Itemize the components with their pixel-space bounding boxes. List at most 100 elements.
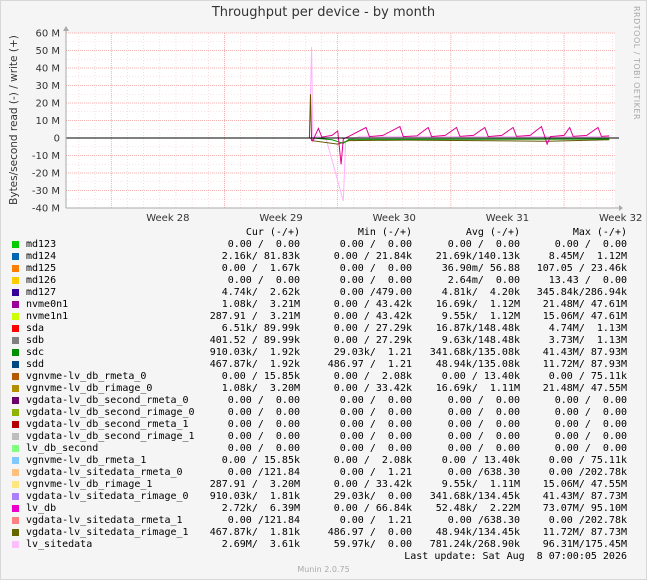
legend-swatch xyxy=(12,325,19,332)
legend-max: 11.72M/ 87.93M xyxy=(542,359,627,370)
legend-swatch xyxy=(12,385,19,392)
legend-swatch xyxy=(12,493,19,500)
legend-name: sda xyxy=(26,323,45,334)
legend-avg: 0.00 /638.30 xyxy=(447,467,520,478)
legend-min: 0.00 / 1.21 xyxy=(339,467,412,478)
legend-avg: 0.00 / 13.40k xyxy=(441,455,520,466)
y-tick-label: 0 xyxy=(54,134,60,145)
legend-max: 8.45M/ 1.12M xyxy=(548,251,627,262)
y-tick-label: -30 M xyxy=(32,186,60,197)
legend-name: vgdata-lv_db_second_rimage_1 xyxy=(26,431,195,442)
header-min: Min (-/+) xyxy=(357,227,412,238)
legend-min: 0.00 / 33.42k xyxy=(333,383,412,394)
legend-max: 3.73M/ 1.13M xyxy=(548,335,627,346)
legend-cur: 2.69M/ 3.61k xyxy=(221,539,300,550)
legend-cur: 0.00 / 1.67k xyxy=(221,263,300,274)
legend-max: 0.00 / 0.00 xyxy=(554,443,627,454)
legend-name: vgdata-lv_sitedata_rimage_0 xyxy=(26,491,189,502)
legend-avg: 0.00 / 0.00 xyxy=(447,395,520,406)
legend-name: vgnvme-lv_db_rmeta_0 xyxy=(26,371,147,382)
legend-cur: 6.51k/ 89.99k xyxy=(221,323,300,334)
legend-max: 4.74M/ 1.13M xyxy=(548,323,627,334)
legend-avg: 4.81k/ 4.20k xyxy=(441,287,520,298)
legend-swatch xyxy=(12,277,19,284)
legend-swatch xyxy=(12,529,19,536)
x-tick-label: Week 31 xyxy=(486,213,529,224)
legend-name: vgnvme-lv_db_rimage_1 xyxy=(26,479,153,490)
legend-min: 0.00 / 27.29k xyxy=(333,335,412,346)
legend-min: 0.00 / 0.00 xyxy=(339,407,412,418)
last-update: Last update: Sat Aug 8 07:00:05 2026 xyxy=(404,551,627,562)
legend-avg: 0.00 /638.30 xyxy=(447,515,520,526)
legend-avg: 16.69k/ 1.12M xyxy=(435,299,520,310)
legend-max: 0.00 / 0.00 xyxy=(554,407,627,418)
legend-swatch xyxy=(12,409,19,416)
header-max: Max (-/+) xyxy=(572,227,627,238)
y-tick-label: 50 M xyxy=(35,46,60,57)
legend-swatch xyxy=(12,241,19,248)
legend-max: 0.00 / 75.11k xyxy=(548,455,627,466)
legend-cur: 0.00 / 0.00 xyxy=(227,443,300,454)
legend-swatch xyxy=(12,265,19,272)
y-tick-label: 20 M xyxy=(35,99,60,110)
legend-avg: 341.68k/134.45k xyxy=(429,491,520,502)
legend-cur: 2.16k/ 81.83k xyxy=(221,251,300,262)
legend-min: 0.00 / 2.08k xyxy=(333,371,412,382)
x-tick-label: Week 32 xyxy=(599,213,642,224)
legend-avg: 781.24k/268.90k xyxy=(429,539,520,550)
legend-cur: 467.87k/ 1.81k xyxy=(209,527,300,538)
legend-avg: 9.63k/148.48k xyxy=(441,335,520,346)
legend-avg: 52.48k/ 2.22M xyxy=(435,503,520,514)
legend-min: 0.00 / 0.00 xyxy=(339,419,412,430)
legend-max: 41.43M/ 87.93M xyxy=(542,347,627,358)
legend-avg: 48.94k/135.08k xyxy=(435,359,520,370)
x-ticks: Week 28 Week 29 Week 30 Week 31 Week 32 xyxy=(146,213,642,224)
legend-max: 21.48M/ 47.55M xyxy=(542,383,627,394)
legend-min: 59.97k/ 0.00 xyxy=(333,539,412,550)
throughput-chart: 60 M 50 M 40 M 30 M 20 M 10 M 0 -10 M -20 M -30 M… xyxy=(32,26,642,224)
legend-min: 0.00 / 0.00 xyxy=(339,431,412,442)
legend-name: md127 xyxy=(26,287,57,298)
legend-min: 29.03k/ 1.21 xyxy=(333,347,412,358)
legend-cur: 0.00 / 0.00 xyxy=(227,431,300,442)
y-ticks: 60 M 50 M 40 M 30 M 20 M 10 M 0 -10 M -20 M -30 M… xyxy=(32,29,60,215)
legend-avg: 0.00 / 0.00 xyxy=(447,443,520,454)
legend-name: vgnvme-lv_db_rmeta_1 xyxy=(26,455,147,466)
legend-name: nvme0n1 xyxy=(26,299,69,310)
legend-cur: 1.08k/ 3.20M xyxy=(221,383,300,394)
legend-avg: 0.00 / 0.00 xyxy=(447,431,520,442)
legend-swatch xyxy=(12,433,19,440)
legend-swatch xyxy=(12,421,19,428)
y-tick-label: 40 M xyxy=(35,64,60,75)
legend-min: 0.00 / 21.84k xyxy=(333,251,412,262)
legend-min: 0.00 / 2.08k xyxy=(333,455,412,466)
legend-cur: 1.08k/ 3.21M xyxy=(221,299,300,310)
legend-max: 0.00 / 0.00 xyxy=(554,239,627,250)
legend-max: 11.72M/ 87.73M xyxy=(542,527,627,538)
legend-swatch xyxy=(12,457,19,464)
x-tick-label: Week 30 xyxy=(373,213,416,224)
legend-min: 0.00 / 43.42k xyxy=(333,311,412,322)
legend-min: 0.00 / 0.00 xyxy=(339,275,412,286)
legend-swatch xyxy=(12,541,19,548)
legend-cur: 287.91 / 3.20M xyxy=(209,479,300,490)
legend-cur: 287.91 / 3.21M xyxy=(209,311,300,322)
legend-cur: 0.00 / 0.00 xyxy=(227,275,300,286)
legend-cur: 0.00 / 15.85k xyxy=(221,371,300,382)
legend-name: vgdata-lv_sitedata_rmeta_0 xyxy=(26,467,183,478)
legend-name: sdd xyxy=(26,359,45,370)
legend-name: vgdata-lv_sitedata_rmeta_1 xyxy=(26,515,183,526)
legend-avg: 0.00 / 0.00 xyxy=(447,419,520,430)
legend-swatch xyxy=(12,361,19,368)
legend-min: 486.97 / 1.21 xyxy=(327,359,412,370)
legend-swatch xyxy=(12,289,19,296)
legend-max: 21.48M/ 47.61M xyxy=(542,299,627,310)
legend-name: lv_sitedata xyxy=(26,539,93,550)
legend-avg: 9.55k/ 1.11M xyxy=(441,479,520,490)
legend-cur: 2.72k/ 6.39M xyxy=(221,503,300,514)
legend-swatch xyxy=(12,313,19,320)
legend-name: md124 xyxy=(26,251,57,262)
legend-max: 73.07M/ 95.10M xyxy=(542,503,627,514)
legend-avg: 0.00 / 13.40k xyxy=(441,371,520,382)
legend-name: vgdata-lv_db_second_rimage_0 xyxy=(26,407,195,418)
